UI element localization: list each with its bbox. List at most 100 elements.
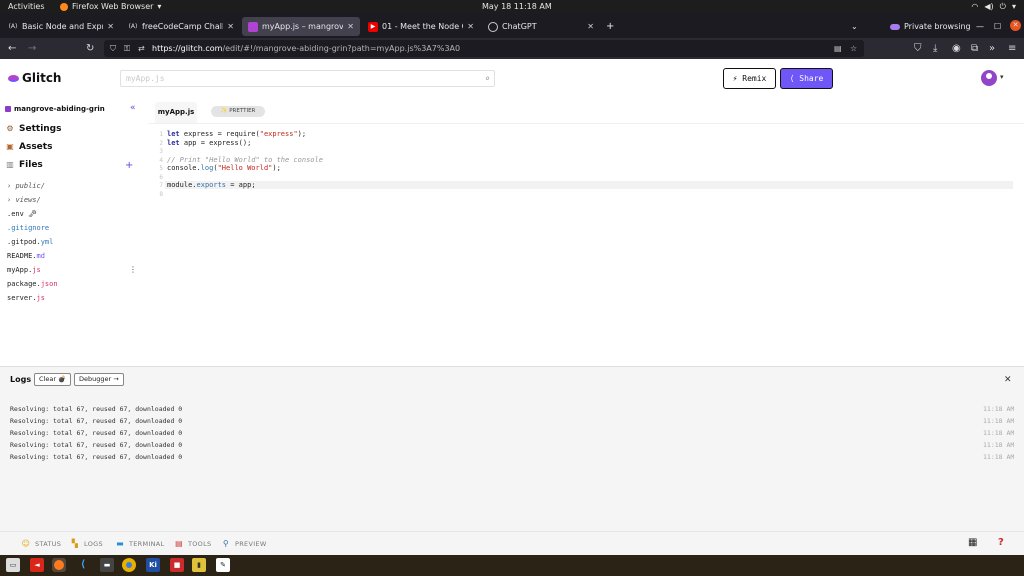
code-line: module.exports = app; <box>167 181 256 189</box>
forward-arrow-icon[interactable]: → <box>28 40 36 57</box>
status-button[interactable]: ☺ STATUS <box>21 539 61 549</box>
tools-button[interactable]: ▤ TOOLS <box>174 539 211 549</box>
folder-views[interactable]: › views/ <box>7 196 41 204</box>
add-file-button[interactable]: + <box>125 160 133 171</box>
close-icon[interactable]: ✕ <box>107 22 114 31</box>
glitch-logo[interactable]: Glitch <box>8 71 61 85</box>
logs-button[interactable]: ▚ LOGS <box>70 539 103 549</box>
downloads-icon[interactable]: ⤓ <box>933 40 937 57</box>
code-function: log <box>200 164 214 172</box>
reader-view-icon[interactable]: ▤ <box>834 40 842 57</box>
close-icon[interactable]: ✕ <box>227 22 234 31</box>
share-button[interactable]: ⟨ Share <box>780 68 833 89</box>
vscode-icon[interactable]: ⟨ <box>76 558 90 572</box>
shield-icon[interactable]: ⛉ <box>110 40 116 57</box>
project-name[interactable]: mangrove-abiding-grin <box>5 105 105 113</box>
red-app-icon[interactable]: ◄ <box>30 558 44 572</box>
preview-button[interactable]: ⚲ PREVIEW <box>221 539 267 549</box>
chrome-icon[interactable] <box>122 558 136 572</box>
file-ext: json <box>40 280 58 288</box>
activities-button[interactable]: Activities <box>8 0 45 14</box>
project-name-label: mangrove-abiding-grin <box>14 105 105 113</box>
os-top-bar: Activities Firefox Web Browser ▾ May 18 … <box>0 0 1024 14</box>
editor-tab-myapp[interactable]: myApp.js <box>155 102 197 123</box>
close-icon[interactable]: ✕ <box>467 22 474 31</box>
url-bar[interactable]: ⛉ ⚿ ⇄ https://glitch.com/edit/#!/mangrov… <box>104 40 864 57</box>
sidebar-item-files[interactable]: ▥ Files <box>5 160 43 170</box>
permissions-icon[interactable]: ⇄ <box>138 40 145 57</box>
firefox-taskbar-icon[interactable] <box>52 558 66 572</box>
file-server[interactable]: server.js <box>7 294 45 302</box>
private-browsing-indicator: Private browsing <box>890 17 971 36</box>
browser-tab[interactable]: ▶ 01 - Meet the Node Cons ✕ <box>362 17 480 36</box>
file-gitpod[interactable]: .gitpod.yml <box>7 238 53 246</box>
text-editor-icon[interactable]: ✎ <box>216 558 230 572</box>
browser-tab[interactable]: ChatGPT ✕ <box>482 17 600 36</box>
file-env[interactable]: .env 🗝 <box>7 210 37 218</box>
file-base: package. <box>7 280 41 288</box>
files-app-icon[interactable]: ▭ <box>6 558 20 572</box>
new-tab-button[interactable]: + <box>606 17 614 36</box>
browser-tab-active[interactable]: myApp.js – mangrove-abi ✕ <box>242 17 360 36</box>
overflow-chevron-icon[interactable]: » <box>989 40 995 57</box>
file-name: .env 🗝 <box>7 210 37 218</box>
preview-label: PREVIEW <box>235 540 267 548</box>
bookmark-star-icon[interactable]: ☆ <box>850 40 857 57</box>
search-icon: ⌕ <box>485 74 490 83</box>
log-line: Resolving: total 67, reused 67, download… <box>10 453 183 461</box>
glitch-footer: ☺ STATUS ▚ LOGS ▬ TERMINAL ▤ TOOLS ⚲ PRE… <box>0 531 1024 555</box>
close-icon[interactable]: ✕ <box>587 22 594 31</box>
firefox-icon <box>60 3 68 11</box>
account-icon[interactable]: ◉ <box>952 40 961 57</box>
user-avatar[interactable] <box>981 70 997 86</box>
system-tray[interactable]: ◠ ◀) ⏻ ▾ <box>971 0 1016 14</box>
ki-app-icon[interactable]: Ki <box>146 558 160 572</box>
sidebar-item-settings[interactable]: ⚙ Settings <box>5 124 61 134</box>
chevron-down-icon[interactable]: ▾ <box>1000 73 1004 81</box>
project-icon <box>5 106 11 112</box>
keyboard-icon[interactable]: ▦ <box>968 537 977 548</box>
terminal-app-icon[interactable]: ▬ <box>100 558 114 572</box>
folder-public[interactable]: › public/ <box>7 182 45 190</box>
collapse-sidebar-icon[interactable]: « <box>130 103 136 113</box>
reload-icon[interactable]: ↻ <box>86 40 94 57</box>
list-tabs-button[interactable]: ⌄ <box>851 17 858 36</box>
file-gitignore[interactable]: .gitignore <box>7 224 49 232</box>
minimize-button[interactable]: — <box>976 17 984 36</box>
file-options-icon[interactable]: ⋮ <box>129 265 137 274</box>
red-square-app-icon[interactable]: ■ <box>170 558 184 572</box>
back-arrow-icon[interactable]: ← <box>8 40 16 57</box>
chevron-down-icon: ▾ <box>1011 2 1016 11</box>
pocket-icon[interactable]: ⛉ <box>914 40 922 57</box>
close-window-button[interactable]: ✕ <box>1010 20 1021 31</box>
clear-logs-button[interactable]: Clear 💣 <box>34 373 72 386</box>
log-time: 11:18 AM <box>983 453 1015 461</box>
browser-tab[interactable]: (A) freeCodeCamp Challenge ✕ <box>122 17 240 36</box>
file-myapp-active[interactable]: myApp.js <box>7 266 41 274</box>
help-icon[interactable]: ? <box>998 537 1004 548</box>
files-icon: ▥ <box>6 160 14 169</box>
toolbox-icon: ▤ <box>175 539 183 548</box>
code-editor[interactable]: 1 2 3 4 5 6 7 8 let express = require("e… <box>148 123 1024 366</box>
remix-button[interactable]: ⚡ Remix <box>723 68 776 89</box>
notes-app-icon[interactable]: ▮ <box>192 558 206 572</box>
close-icon[interactable]: ✕ <box>1004 375 1012 385</box>
file-search-input[interactable]: myApp.js ⌕ <box>120 70 495 87</box>
sidebar-item-assets[interactable]: ▣ Assets <box>5 142 52 152</box>
terminal-button[interactable]: ▬ TERMINAL <box>115 539 164 549</box>
app-menu[interactable]: Firefox Web Browser ▾ <box>60 0 161 14</box>
lock-icon[interactable]: ⚿ <box>124 40 130 57</box>
hamburger-menu-icon[interactable]: ≡ <box>1008 40 1016 57</box>
debugger-button[interactable]: Debugger → <box>74 373 124 386</box>
maximize-button[interactable]: ☐ <box>994 17 1001 36</box>
browser-tab[interactable]: (A) Basic Node and Express ✕ <box>2 17 120 36</box>
extensions-icon[interactable]: ⧉ <box>971 40 978 57</box>
close-icon[interactable]: ✕ <box>347 22 354 31</box>
clock[interactable]: May 18 11:18 AM <box>482 0 552 14</box>
file-package[interactable]: package.json <box>7 280 58 288</box>
prettier-button[interactable]: ✨ PRETTIER <box>211 106 265 117</box>
logs-panel: Logs Clear 💣 Debugger → ✕ Resolving: tot… <box>0 366 1024 531</box>
file-readme[interactable]: README.md <box>7 252 45 260</box>
code-string: "express" <box>259 130 298 138</box>
glitch-header: Glitch myApp.js ⌕ ⚡ Remix ⟨ Share ▾ <box>0 59 1024 99</box>
